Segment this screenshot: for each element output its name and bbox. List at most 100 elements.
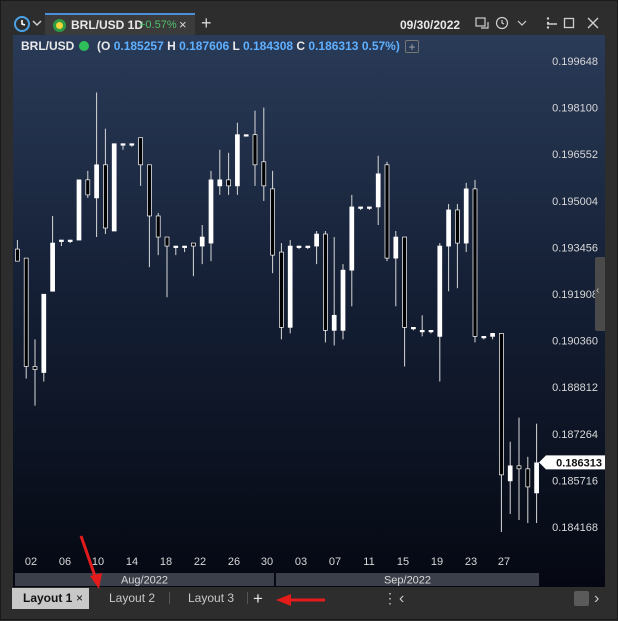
candle-body: [138, 137, 143, 166]
tab-layout-1-close[interactable]: ×: [76, 588, 83, 609]
candle-body: [375, 173, 381, 208]
candle-body: [50, 242, 55, 292]
tab-layout-2[interactable]: Layout 2: [109, 588, 155, 609]
chart-symbol: BRL/USD: [21, 39, 75, 53]
candle-body: [103, 164, 108, 229]
y-tick-label: 0.188812: [552, 382, 598, 394]
candle-body: [358, 206, 363, 209]
candle-body: [191, 242, 196, 247]
tab-separator: [247, 592, 248, 604]
chevron-down-icon[interactable]: [32, 18, 42, 28]
candlestick-chart[interactable]: 0.199648 0.198100 0.196552 0.195004 0.193456…: [13, 35, 605, 587]
y-tick-label: 0.199648: [552, 56, 598, 68]
candle-body: [85, 179, 91, 196]
maximize-icon[interactable]: [562, 16, 576, 30]
candle-body: [437, 245, 443, 337]
candle-body: [419, 330, 425, 333]
candle-body: [59, 239, 64, 242]
history-dropdown-icon[interactable]: [515, 16, 529, 30]
candle-body: [41, 293, 47, 373]
chevron-left-icon: ‹: [596, 285, 600, 296]
tab-layout-1[interactable]: Layout 1 ×: [12, 588, 89, 609]
tab-layout-3[interactable]: Layout 3: [188, 588, 234, 609]
scroll-thumb[interactable]: [574, 591, 589, 606]
candle-body: [243, 134, 249, 137]
candle-body: [32, 366, 38, 370]
x-tick-label: 26: [228, 556, 240, 568]
candle-body: [323, 233, 328, 331]
x-tick-label: 19: [431, 556, 443, 568]
tab-change: +0.57%: [139, 19, 177, 31]
candle-body: [455, 209, 460, 244]
ohlc-open: 0.185257: [113, 39, 164, 53]
ohlc-change: 0.57%): [361, 39, 400, 53]
side-panel-toggle[interactable]: ‹: [595, 257, 605, 331]
candle-body: [15, 248, 20, 262]
candle-body: [270, 188, 275, 256]
candle-body: [164, 236, 170, 247]
candle-body: [296, 245, 302, 248]
chart-area[interactable]: 0.199648 0.198100 0.196552 0.195004 0.193456…: [13, 35, 605, 587]
scroll-right-button[interactable]: ›: [594, 588, 599, 609]
y-tick-label: 0.196552: [552, 149, 598, 161]
x-tick-label: 15: [397, 556, 409, 568]
y-tick-label: 0.184168: [552, 522, 598, 534]
candle-body: [226, 179, 231, 187]
candle-body: [402, 236, 407, 328]
top-toolbar: BRL/USD 1D +0.57% × + 09/30/2022: [1, 1, 617, 35]
candle-body: [208, 179, 214, 244]
tab-brl-usd[interactable]: BRL/USD 1D +0.57% ×: [45, 13, 195, 35]
window-link-icon[interactable]: [475, 16, 489, 30]
chart-window: BRL/USD 1D +0.57% × + 09/30/2022 0.19964…: [0, 0, 618, 620]
candle-body: [94, 164, 99, 199]
y-tick-label: 0.185716: [552, 475, 598, 487]
x-tick-label: 10: [92, 556, 104, 568]
x-tick-label: 03: [295, 556, 307, 568]
x-tick-label: 27: [498, 556, 510, 568]
y-tick-label: 0.195004: [552, 196, 598, 208]
minimize-icon[interactable]: [545, 16, 559, 30]
candle-body: [305, 245, 311, 248]
ohlc-open-label: (O: [97, 39, 111, 53]
add-tab-button[interactable]: +: [201, 14, 212, 32]
candle-body: [331, 314, 337, 331]
add-layout-button[interactable]: +: [253, 588, 263, 609]
candle-body: [182, 245, 187, 248]
candle-body: [217, 179, 223, 187]
y-tick-label: 0.198100: [552, 103, 598, 115]
candle-body: [463, 188, 469, 244]
add-indicator-button[interactable]: +: [405, 40, 419, 53]
ohlc-close: 0.186313: [308, 39, 359, 53]
x-tick-label: 14: [126, 556, 138, 568]
candle-body: [446, 209, 451, 247]
candle-body: [534, 462, 539, 494]
scroll-left-button[interactable]: ‹: [399, 588, 404, 609]
candle-body: [279, 251, 284, 328]
tab-close-button[interactable]: ×: [179, 17, 187, 32]
x-tick-label: 18: [160, 556, 172, 568]
close-icon[interactable]: [586, 16, 600, 30]
candle-body: [287, 245, 293, 328]
candle-body: [490, 333, 495, 337]
candle-body: [411, 327, 416, 330]
history-icon[interactable]: [495, 16, 509, 30]
candle-body: [516, 465, 522, 470]
ohlc-legend: (O 0.185257 H 0.187606 L 0.184308 C 0.18…: [97, 39, 400, 53]
live-status-icon: [79, 41, 89, 51]
tab-separator: [169, 592, 170, 604]
candle-body: [314, 233, 319, 247]
candle-body: [155, 215, 161, 238]
x-tick-label: 22: [194, 556, 206, 568]
candle-body: [384, 164, 390, 259]
candle-body: [393, 236, 399, 259]
candle-body: [147, 164, 152, 217]
candle-body: [499, 333, 504, 476]
clock-icon[interactable]: [13, 15, 31, 33]
candle-body: [367, 206, 372, 209]
candle-body: [349, 206, 355, 271]
candle-body: [76, 179, 82, 241]
x-tick-label: 06: [59, 556, 71, 568]
more-options-button[interactable]: ⋮: [383, 588, 397, 609]
ohlc-close-label: C: [296, 39, 306, 53]
candle-body: [235, 134, 240, 187]
